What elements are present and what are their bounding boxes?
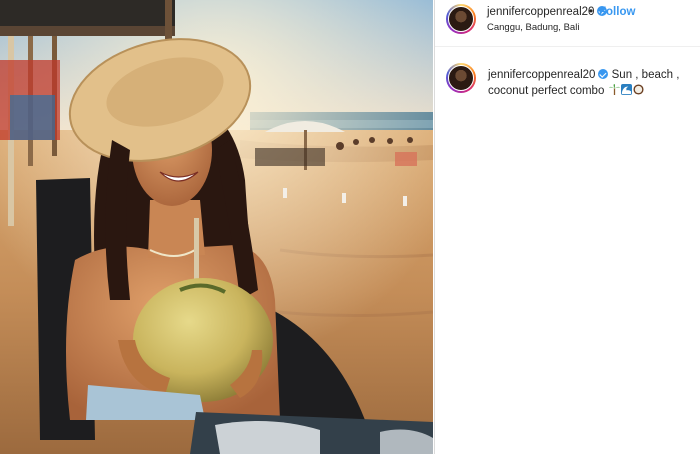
- location-link[interactable]: Canggu, Badung, Bali: [487, 22, 579, 33]
- caption-avatar[interactable]: [446, 63, 476, 93]
- profile-avatar[interactable]: [446, 4, 476, 34]
- post-photo[interactable]: [0, 0, 433, 454]
- username-link[interactable]: jennifercoppenreal20: [487, 6, 594, 18]
- follow-button[interactable]: Follow: [599, 6, 635, 18]
- post-caption: jennifercoppenreal20 Sun , beach , cocon…: [488, 67, 693, 99]
- post-header: jennifercoppenreal20 • Follow Canggu, Ba…: [435, 0, 700, 47]
- avatar-image: [448, 6, 474, 32]
- caption-text-line1: Sun , beach ,: [611, 69, 680, 81]
- caption-text-line2: coconut perfect combo: [488, 85, 605, 97]
- coconut-icon: [633, 84, 644, 95]
- avatar-image: [448, 65, 474, 91]
- beach-photo: [0, 0, 433, 454]
- caption-username[interactable]: jennifercoppenreal20: [488, 69, 595, 81]
- separator-dot: •: [589, 6, 594, 18]
- verified-badge-icon: [598, 69, 609, 79]
- post-sidebar: jennifercoppenreal20 • Follow Canggu, Ba…: [434, 0, 700, 454]
- palm-tree-icon: [608, 84, 620, 95]
- wave-icon: [620, 84, 632, 95]
